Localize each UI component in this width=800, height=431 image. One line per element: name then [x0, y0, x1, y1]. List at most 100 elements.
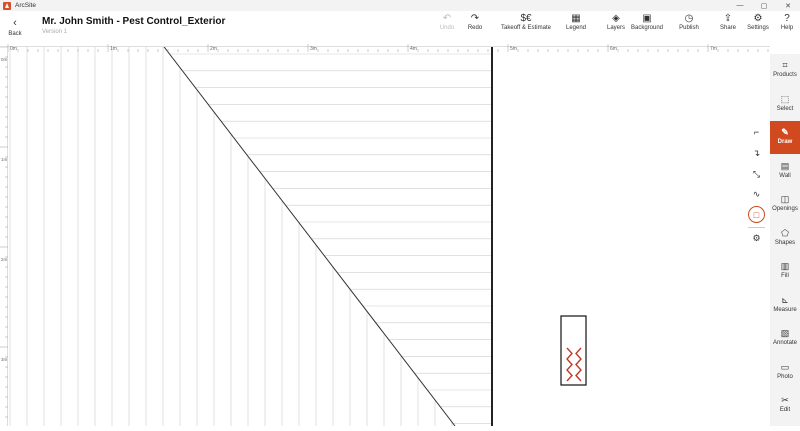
background-label: Background	[630, 25, 664, 31]
ruler-left-label: 2m	[1, 257, 8, 262]
document-version[interactable]: Version 1	[42, 29, 67, 35]
settings-label: Settings	[747, 25, 769, 31]
drawing-canvas[interactable]	[0, 39, 770, 426]
header-toolbar: ‹ Back Mr. John Smith - Pest Control_Ext…	[0, 11, 800, 39]
draw-settings-icon[interactable]: ⚙	[748, 230, 765, 247]
panel-item-label: Photo	[777, 373, 793, 380]
ruler-left-label: 3m	[1, 357, 8, 362]
panel-item-label: Wall	[779, 172, 791, 179]
takeoff-button[interactable]: $€ Takeoff & Estimate	[497, 13, 555, 37]
annotate-icon: ▧	[780, 328, 790, 338]
back-label: Back	[8, 31, 22, 37]
document-title: Mr. John Smith - Pest Control_Exterior	[42, 16, 226, 27]
openings-icon: ◫	[780, 194, 790, 204]
bait-station-shape[interactable]	[560, 315, 587, 386]
help-label: Help	[780, 25, 794, 31]
polyline-icon[interactable]: ↴	[748, 145, 765, 162]
select-icon: ⬚	[780, 93, 790, 104]
layers-label: Layers	[606, 25, 625, 31]
publish-label: Publish	[679, 25, 699, 31]
panel-item-label: Openings	[772, 206, 798, 212]
ruler-left-svg: 0m 1m 2m 3m	[0, 46, 8, 418]
chevron-left-icon: ‹	[13, 17, 17, 29]
share-button[interactable]: ⇪ Share	[716, 13, 740, 37]
panel-item-label: Products	[773, 72, 797, 78]
fill-icon: ▥	[780, 261, 790, 271]
publish-button[interactable]: ◷ Publish	[676, 13, 702, 37]
help-icon: ?	[784, 13, 790, 24]
draw-tools-separator	[748, 227, 765, 228]
panel-item-products[interactable]: ⌗ Products	[770, 54, 800, 87]
layers-button[interactable]: ◈ Layers	[604, 13, 628, 37]
panel-item-draw[interactable]: ✎ Draw	[770, 121, 800, 154]
panel-item-shapes[interactable]: ⬠ Shapes	[770, 222, 800, 255]
photo-icon: ▭	[780, 361, 790, 372]
layers-icon: ◈	[612, 13, 620, 24]
panel-item-openings[interactable]: ◫ Openings	[770, 188, 800, 221]
shapes-icon: ⬠	[781, 227, 789, 238]
panel-item-label: Edit	[779, 407, 791, 413]
settings-button[interactable]: ⚙ Settings	[744, 13, 772, 37]
arcsite-logo-icon	[3, 1, 11, 10]
background-icon: ▣	[642, 13, 652, 24]
roof-edge-line	[157, 39, 456, 426]
measure-icon: ⊾	[781, 294, 789, 305]
share-icon: ⇪	[723, 13, 733, 24]
ruler-left: 0m 1m 2m 3m	[0, 46, 8, 426]
rectangle-icon[interactable]: □	[748, 206, 765, 223]
panel-item-edit[interactable]: ✂ Edit	[770, 389, 800, 422]
ruler-left-label: 1m	[1, 157, 8, 162]
takeoff-estimate-icon: $€	[520, 13, 532, 24]
help-button[interactable]: ? Help	[776, 13, 798, 37]
undo-button[interactable]: ↶ Undo	[436, 13, 458, 37]
app-name: ArcSite	[15, 2, 36, 9]
ruler-top-label: 0m	[10, 46, 17, 52]
redo-button[interactable]: ↷ Redo	[464, 13, 486, 37]
products-icon: ⌗	[782, 60, 788, 70]
right-tool-panel: ⌗ Products ⬚ Select ✎ Draw ▤ Wall ◫ Openings ⬠ Shap…	[770, 54, 800, 426]
panel-item-label: Select	[776, 105, 794, 112]
gear-icon: ⚙	[753, 13, 763, 24]
panel-item-annotate[interactable]: ▧ Annotate	[770, 322, 800, 355]
undo-label: Undo	[439, 25, 455, 31]
ruler-top-label: 7m	[710, 46, 717, 52]
background-button[interactable]: ▣ Background	[628, 13, 666, 37]
window-controls: — ▢ ✕	[728, 0, 800, 11]
ruler-top-label: 5m	[510, 46, 517, 52]
ruler-top-label: 6m	[610, 46, 617, 52]
back-button[interactable]: ‹ Back	[4, 13, 26, 37]
publish-icon: ◷	[684, 13, 694, 24]
panel-item-fill[interactable]: ▥ Fill	[770, 255, 800, 288]
ruler-top-label: 3m	[310, 46, 317, 52]
panel-item-photo[interactable]: ▭ Photo	[770, 356, 800, 389]
panel-item-select[interactable]: ⬚ Select	[770, 88, 800, 121]
legend-button[interactable]: ▦ Legend	[563, 13, 589, 37]
panel-item-label: Measure	[773, 306, 797, 313]
ruler-top-label: 1m	[110, 46, 117, 52]
wall-icon: ▤	[780, 160, 790, 171]
redo-icon: ↷	[470, 13, 480, 24]
panel-item-label: Shapes	[774, 239, 796, 246]
redo-label: Redo	[467, 25, 483, 31]
close-icon[interactable]: ✕	[776, 0, 800, 11]
ruler-top-label: 4m	[410, 46, 417, 52]
line-corner-icon[interactable]: ⌐	[748, 124, 765, 141]
ruler-left-label: 0m	[1, 57, 8, 62]
legend-icon: ▦	[571, 13, 581, 24]
share-label: Share	[719, 25, 736, 31]
panel-item-label: Annotate	[772, 340, 798, 346]
minimize-icon[interactable]: —	[728, 0, 752, 11]
ruler-top: 0m 1m 2m 3m 4m 5m 6m 7m	[0, 39, 770, 52]
drawing-canvas-svg[interactable]	[0, 39, 770, 426]
curve-icon[interactable]: ∿	[748, 186, 765, 203]
panel-item-label: Draw	[777, 139, 793, 145]
dimension-line-icon[interactable]: ⤡	[748, 166, 765, 183]
panel-item-wall[interactable]: ▤ Wall	[770, 155, 800, 188]
legend-label: Legend	[565, 25, 587, 31]
draw-icon: ✎	[781, 127, 789, 137]
maximize-icon[interactable]: ▢	[752, 0, 776, 11]
window-titlebar: ArcSite — ▢ ✕	[0, 0, 800, 11]
panel-item-measure[interactable]: ⊾ Measure	[770, 289, 800, 322]
edit-icon: ✂	[781, 395, 789, 405]
ruler-top-svg: 0m 1m 2m 3m 4m 5m 6m 7m	[7, 44, 769, 52]
